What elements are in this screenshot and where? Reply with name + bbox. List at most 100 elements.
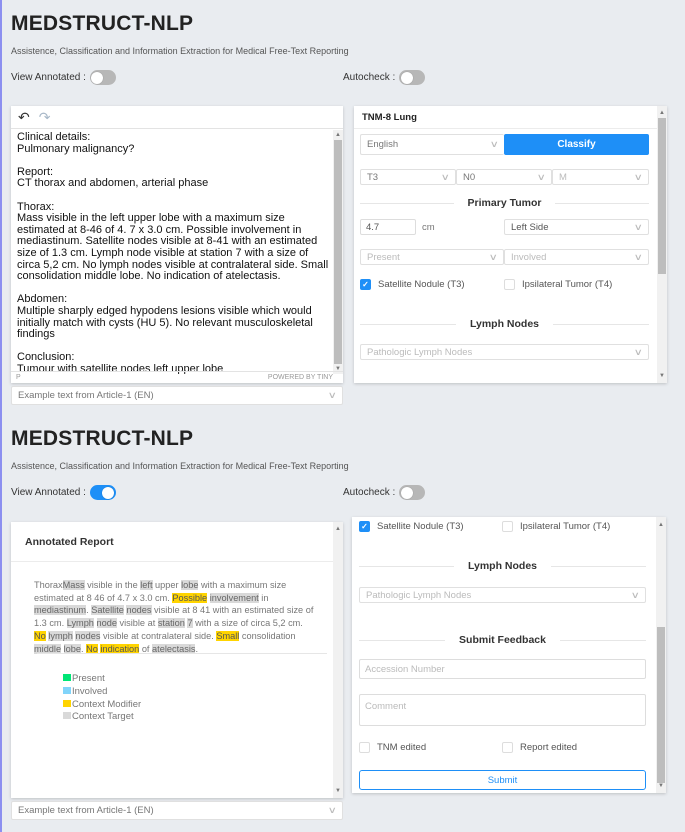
editor-scrollbar[interactable]: ▲ ▼ bbox=[333, 130, 343, 374]
tnm-panel-scrollbar[interactable]: ▲ ▼ bbox=[656, 517, 666, 793]
submit-button[interactable]: Submit bbox=[359, 770, 646, 790]
chevron-down-icon: ∨ bbox=[490, 139, 500, 149]
powered-by-link[interactable]: POWERED BY TINY bbox=[268, 374, 333, 381]
example-text-select[interactable]: Example text from Article-1 (EN) ∨ bbox=[11, 386, 343, 405]
chevron-down-icon: ∨ bbox=[634, 346, 644, 357]
autocheck-row: Autocheck : bbox=[343, 485, 426, 500]
divider-line bbox=[555, 202, 650, 204]
scroll-up-icon[interactable]: ▲ bbox=[333, 130, 343, 140]
chevron-down-icon: ∨ bbox=[537, 171, 547, 182]
pathologic-lymph-nodes-select[interactable]: Pathologic Lymph Nodes ∨ bbox=[359, 587, 646, 603]
satellite-nodule-label: Satellite Nodule (T3) bbox=[377, 521, 464, 532]
undo-icon[interactable]: ↶ bbox=[18, 110, 30, 124]
editor-content-area[interactable]: Clinical details: Pulmonary malignancy? … bbox=[11, 130, 343, 374]
scroll-up-icon[interactable]: ▲ bbox=[333, 524, 343, 534]
plain-text: Thorax bbox=[34, 580, 63, 590]
annotated-report-text: ThoraxMass visible in the left upper lob… bbox=[34, 579, 314, 655]
divider-line bbox=[553, 323, 650, 325]
scroll-down-icon[interactable]: ▼ bbox=[656, 781, 666, 791]
divider-line bbox=[360, 202, 454, 204]
toggle-knob bbox=[91, 71, 104, 84]
app-view-editor: MEDSTRUCT-NLP Assistence, Classification… bbox=[0, 0, 685, 410]
redo-icon[interactable]: ↷ bbox=[39, 110, 51, 124]
language-value: English bbox=[367, 139, 399, 150]
context-target-highlight: mediastinum bbox=[34, 605, 87, 616]
t-stage-select[interactable]: T3 ∨ bbox=[360, 169, 456, 185]
checkmark-icon[interactable]: ✓ bbox=[360, 279, 371, 290]
app-subtitle: Assistence, Classification and Informati… bbox=[11, 46, 349, 56]
view-annotated-toggle[interactable] bbox=[89, 485, 116, 500]
scroll-down-icon[interactable]: ▼ bbox=[657, 371, 667, 381]
ipsilateral-tumor-label: Ipsilateral Tumor (T4) bbox=[522, 279, 613, 290]
n-stage-select[interactable]: N0 ∨ bbox=[456, 169, 552, 185]
present-select[interactable]: Present ∨ bbox=[360, 249, 504, 265]
plain-text: visible at bbox=[116, 618, 158, 629]
plain-text: visible in the bbox=[84, 580, 141, 590]
ipsilateral-tumor-checkbox[interactable]: Ipsilateral Tumor (T4) bbox=[502, 521, 610, 532]
tnm-panel-scrollbar[interactable]: ▲ ▼ bbox=[657, 106, 667, 383]
primary-tumor-heading: Primary Tumor bbox=[360, 195, 650, 211]
tumor-size-input[interactable]: 4.7 bbox=[360, 219, 416, 235]
m-stage-select[interactable]: M ∨ bbox=[552, 169, 649, 185]
checkmark-icon[interactable]: ✓ bbox=[359, 521, 370, 532]
scroll-thumb[interactable] bbox=[657, 627, 665, 783]
toggle-knob bbox=[102, 486, 115, 499]
example-text-select[interactable]: Example text from Article-1 (EN) ∨ bbox=[11, 801, 343, 820]
checkbox-box[interactable] bbox=[502, 521, 513, 532]
view-annotated-label: View Annotated : bbox=[11, 72, 86, 83]
annotation-legend: Present Involved Context Modifier Context T… bbox=[63, 673, 141, 724]
report-editor: ↶ ↷ Clinical details: Pulmonary malignan… bbox=[11, 106, 343, 383]
pathologic-lymph-nodes-select[interactable]: Pathologic Lymph Nodes ∨ bbox=[360, 344, 649, 360]
scroll-thumb[interactable] bbox=[658, 118, 666, 274]
satellite-nodule-checkbox[interactable]: ✓ Satellite Nodule (T3) bbox=[360, 279, 465, 290]
t-stage-value: T3 bbox=[367, 171, 379, 183]
report-edited-label: Report edited bbox=[520, 742, 578, 753]
comment-textarea[interactable]: Comment bbox=[359, 694, 646, 726]
context-target-highlight: node bbox=[96, 618, 117, 629]
view-annotated-toggle[interactable] bbox=[89, 70, 116, 85]
report-edited-checkbox[interactable]: Report edited bbox=[502, 742, 577, 753]
autocheck-toggle[interactable] bbox=[399, 70, 426, 85]
accession-number-input[interactable]: Accession Number bbox=[359, 659, 646, 679]
satellite-nodule-checkbox[interactable]: ✓ Satellite Nodule (T3) bbox=[359, 521, 464, 532]
legend-swatch bbox=[63, 674, 71, 681]
editor-statusbar: P POWERED BY TINY bbox=[11, 371, 343, 383]
chevron-down-icon: ∨ bbox=[489, 251, 499, 262]
tnm-edited-checkbox[interactable]: TNM edited bbox=[359, 742, 426, 753]
context-target-highlight: lobe bbox=[181, 580, 199, 590]
app-subtitle: Assistence, Classification and Informati… bbox=[11, 461, 349, 471]
language-select[interactable]: English ∨ bbox=[360, 134, 504, 155]
satellite-nodule-label: Satellite Nodule (T3) bbox=[378, 279, 465, 290]
involved-select[interactable]: Involved ∨ bbox=[504, 249, 649, 265]
context-target-highlight: Satellite bbox=[91, 605, 124, 616]
chevron-down-icon: ∨ bbox=[441, 171, 451, 182]
autocheck-label: Autocheck : bbox=[343, 487, 396, 498]
divider-line bbox=[359, 565, 454, 567]
context-modifier-highlight: Small bbox=[216, 630, 240, 641]
checkbox-box[interactable] bbox=[359, 742, 370, 753]
scroll-thumb[interactable] bbox=[334, 140, 342, 364]
report-text[interactable]: Clinical details: Pulmonary malignancy? … bbox=[11, 130, 343, 374]
chevron-down-icon: ∨ bbox=[634, 251, 644, 262]
scroll-up-icon[interactable]: ▲ bbox=[656, 520, 666, 530]
app-title: MEDSTRUCT-NLP bbox=[11, 427, 194, 450]
context-target-highlight: station bbox=[157, 618, 185, 629]
chevron-down-icon: ∨ bbox=[634, 221, 644, 232]
classify-button[interactable]: Classify bbox=[504, 134, 649, 155]
tumor-side-select[interactable]: Left Side ∨ bbox=[504, 219, 649, 235]
context-target-highlight: left bbox=[140, 580, 153, 590]
tnm-panel: ✓ Satellite Nodule (T3) Ipsilateral Tumo… bbox=[352, 517, 666, 793]
scroll-down-icon[interactable]: ▼ bbox=[333, 786, 343, 796]
autocheck-label: Autocheck : bbox=[343, 72, 396, 83]
autocheck-toggle[interactable] bbox=[399, 485, 426, 500]
ipsilateral-tumor-checkbox[interactable]: Ipsilateral Tumor (T4) bbox=[504, 279, 612, 290]
view-annotated-label: View Annotated : bbox=[11, 487, 86, 498]
checkbox-box[interactable] bbox=[504, 279, 515, 290]
app-view-annotated: MEDSTRUCT-NLP Assistence, Classification… bbox=[0, 415, 685, 832]
annotated-scrollbar[interactable]: ▲ ▼ bbox=[333, 522, 343, 798]
legend-swatch bbox=[63, 712, 71, 720]
divider-line bbox=[559, 639, 647, 641]
element-path: P bbox=[16, 374, 21, 381]
scroll-up-icon[interactable]: ▲ bbox=[657, 108, 667, 118]
checkbox-box[interactable] bbox=[502, 742, 513, 753]
